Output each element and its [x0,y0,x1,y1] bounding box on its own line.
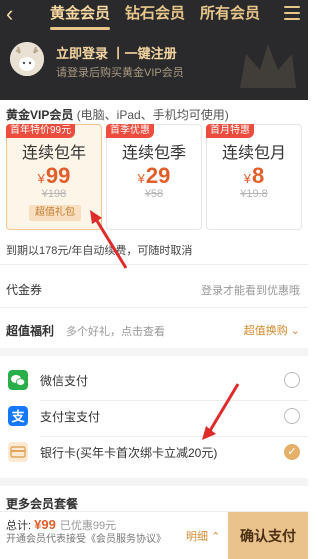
top-bar: ‹ 黄金会员 钻石会员 所有会员 [0,0,308,30]
more-plans-heading[interactable]: 更多会员套餐 [6,495,78,512]
wechat-icon [8,370,28,390]
bank-card-icon [8,442,28,462]
alipay-icon: 支 [8,406,28,426]
pay-method-bank-card[interactable]: 银行卡(买年卡首次绑卡立减20元) ✓ [0,436,308,468]
plan-original-price: ¥19.8 [240,188,268,200]
pay-method-label: 支付宝支付 [40,410,101,424]
crown-watermark-icon [240,44,296,88]
plan-price: ¥8 [243,163,265,188]
checkout-bar: 总计: ¥99 已优惠99元 开通会员代表接受《会员服务协议》 明细 ⌃ 确认支付 [0,511,308,559]
avatar[interactable] [10,42,44,76]
service-agreement-link[interactable]: 开通会员代表接受《会员服务协议》 [6,534,176,546]
plan-price: ¥99 [37,163,71,188]
plan-card-monthly[interactable]: 首月特惠 连续包月 ¥8 ¥19.8 [206,124,302,230]
svg-text:支: 支 [10,409,25,425]
benefit-hint[interactable]: 多个好礼，点击查看 [66,323,165,339]
plan-tag: 首年特价99元 [6,124,76,138]
tab-all-members[interactable]: 所有会员 [194,2,266,28]
chevron-up-icon: ⌃ [211,531,221,543]
back-icon[interactable]: ‹ [6,3,26,25]
pay-radio-checked[interactable]: ✓ [284,444,300,460]
pay-radio[interactable] [284,372,300,388]
plan-tag: 首月特惠 [206,124,254,138]
chevron-down-icon: ⌄ [290,325,300,337]
plan-card-quarterly[interactable]: 首季优惠 连续包季 ¥29 ¥58 [106,124,202,230]
plan-name: 连续包季 [121,145,186,162]
plan-original-price: ¥198 [41,188,67,200]
order-total: 总计: ¥99 已优惠99元 [6,517,117,532]
benefit-label: 超值福利 [6,324,55,338]
login-banner[interactable]: 立即登录 丨一键注册 请登录后购买黄金VIP会员 [0,30,308,100]
deer-avatar-icon [10,42,44,76]
tab-gold-member[interactable]: 黄金会员 [44,2,116,30]
plan-card-yearly[interactable]: 首年特价99元 连续包年 ¥99 ¥198 超值礼包 [6,124,102,230]
plan-name: 连续包年 [21,145,86,162]
menu-icon[interactable] [284,6,300,20]
section-separator [0,348,308,356]
plan-tag: 首季优惠 [106,124,154,138]
gold-vip-devices: (电脑、iPad、手机均可使用) [76,108,229,122]
confirm-pay-button[interactable]: 确认支付 [228,512,308,559]
pay-method-label: 银行卡(买年卡首次绑卡立减20元) [40,446,218,460]
login-subtitle: 请登录后购买黄金VIP会员 [56,67,184,79]
saved-amount: 已优惠99元 [59,520,117,532]
plan-price: ¥29 [137,163,171,188]
price-detail-button[interactable]: 明细 ⌃ [186,528,220,544]
pay-method-label: 微信支付 [40,374,89,388]
divider [0,264,308,265]
plan-name: 连续包月 [221,145,286,162]
member-tabs: 黄金会员 钻石会员 所有会员 [44,2,266,30]
plan-original-price: ¥58 [144,188,164,200]
pay-method-alipay[interactable]: 支 支付宝支付 [0,400,308,432]
coupon-login-hint[interactable]: 登录才能看到优惠哦 [201,282,300,298]
pay-method-wechat[interactable]: 微信支付 [0,364,308,396]
member-header: ‹ 黄金会员 钻石会员 所有会员 立即登录 丨一键注册 请登录后购买黄金VIP会… [0,0,308,100]
login-register-link[interactable]: 立即登录 丨一键注册 [56,43,177,62]
coupon-label: 代金券 [6,283,43,297]
pay-radio[interactable] [284,408,300,424]
divider [0,307,308,308]
gift-pack-button[interactable]: 超值礼包 [29,205,81,221]
total-amount: ¥99 [34,517,56,532]
section-separator [0,478,308,486]
gold-vip-title: 黄金VIP会员 (电脑、iPad、手机均可使用) [6,106,229,123]
tab-diamond-member[interactable]: 钻石会员 [119,2,191,28]
auto-renew-notice: 到期以178元/年自动续费，可随时取消 [6,245,193,257]
gold-vip-label: 黄金VIP会员 [6,108,74,122]
benefit-redeem-link[interactable]: 超值换购 ⌄ [244,322,300,338]
